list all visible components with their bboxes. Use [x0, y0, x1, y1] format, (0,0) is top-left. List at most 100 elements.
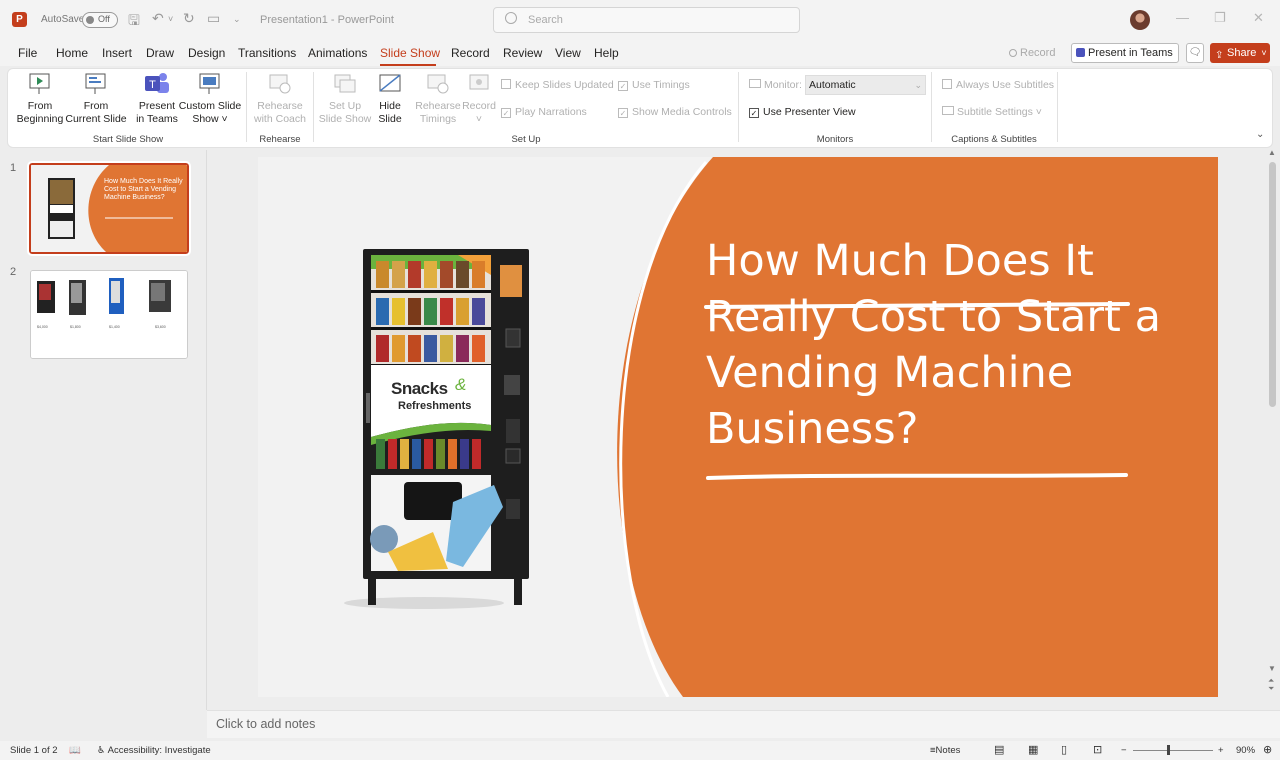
slide-2-thumbnail[interactable]: $4,000 $1,800 $1,400 $3,600 — [30, 270, 188, 359]
share-icon: ⇪ — [1215, 50, 1224, 61]
slide-counter[interactable]: Slide 1 of 2 — [10, 745, 58, 756]
tab-review[interactable]: Review — [503, 46, 542, 60]
set-up-slide-show-icon — [334, 74, 356, 93]
autosave-label: AutoSave — [41, 14, 85, 25]
zoom-slider-thumb[interactable] — [1167, 745, 1170, 755]
tab-draw[interactable]: Draw — [146, 46, 174, 60]
avatar[interactable] — [1130, 10, 1150, 30]
slide-canvas[interactable]: Snacks & Refreshments How Much Does It R… — [258, 157, 1218, 697]
show-media-controls-checkbox[interactable]: ✓ Show Media Controls — [618, 106, 732, 118]
scroll-up-icon[interactable]: ▲ — [1268, 148, 1276, 157]
notes-pane[interactable]: Click to add notes — [207, 710, 1280, 738]
record-button[interactable]: Record — [1009, 43, 1065, 63]
spelling-icon[interactable]: 📖 — [69, 745, 81, 756]
rehearse-with-coach-button[interactable]: Rehearse with Coach — [252, 100, 308, 126]
slide-2-price-1: $4,000 — [37, 325, 48, 329]
tab-transitions[interactable]: Transitions — [238, 46, 296, 60]
slide-sorter-icon[interactable]: ▦ — [1028, 743, 1038, 756]
slide-2-price-2: $1,800 — [70, 325, 81, 329]
tab-record[interactable]: Record — [451, 46, 490, 60]
monitor-label: Monitor: — [749, 79, 802, 91]
from-beginning-button[interactable]: From Beginning — [14, 100, 66, 126]
monitor-select[interactable]: Automatic ⌄ — [805, 75, 926, 95]
redo-icon[interactable]: ↻ — [183, 10, 195, 27]
present-from-start-icon[interactable]: ▭ — [207, 10, 220, 27]
zoom-slider[interactable] — [1133, 750, 1213, 751]
notes-button[interactable]: ≡Notes — [930, 745, 960, 756]
undo-dropdown-icon[interactable]: ˅ — [168, 14, 173, 24]
comments-button[interactable]: 🗨 — [1186, 43, 1204, 63]
custom-slide-show-button[interactable]: Custom Slide Show ˅ — [178, 100, 242, 126]
powerpoint-logo-icon: P — [12, 12, 27, 27]
rehearse-timings-button[interactable]: Rehearse Timings — [414, 100, 462, 126]
subtitle-settings-icon — [942, 106, 954, 115]
keep-slides-updated-checkbox[interactable]: Keep Slides Updated — [501, 79, 614, 91]
tab-animations[interactable]: Animations — [308, 46, 367, 60]
slide-1-thumbnail[interactable]: How Much Does It Really Cost to Start a … — [27, 161, 191, 256]
present-in-teams-ribbon-button[interactable]: Present in Teams — [136, 100, 178, 126]
tab-design[interactable]: Design — [188, 46, 225, 60]
tab-slide-show[interactable]: Slide Show — [380, 46, 440, 60]
ribbon-separator — [1057, 72, 1058, 142]
accessibility-button[interactable]: ♿ Accessibility: Investigate — [97, 745, 211, 756]
restore-icon[interactable]: ❐ — [1214, 10, 1226, 26]
use-presenter-view-checkbox[interactable]: ✓ Use Presenter View — [749, 106, 856, 118]
present-in-teams-button[interactable]: Present in Teams — [1071, 43, 1179, 63]
record-slide-button[interactable]: Record ˅ — [460, 100, 498, 126]
ribbon-separator — [931, 72, 932, 142]
always-use-subtitles-checkbox[interactable]: Always Use Subtitles — [942, 79, 1054, 91]
from-current-slide-icon — [85, 73, 106, 94]
next-slide-icon[interactable]: ⏷ — [1268, 684, 1274, 694]
set-up-slide-show-button[interactable]: Set Up Slide Show — [318, 100, 372, 126]
zoom-out-icon[interactable]: − — [1121, 745, 1127, 756]
monitor-icon — [749, 79, 761, 88]
document-title: Presentation1 - PowerPoint — [260, 14, 394, 26]
close-icon[interactable]: ✕ — [1253, 10, 1264, 26]
reading-view-icon[interactable]: ▯ — [1061, 743, 1067, 756]
hide-slide-button[interactable]: Hide Slide — [374, 100, 406, 126]
zoom-level[interactable]: 90% — [1236, 745, 1255, 756]
tab-home[interactable]: Home — [56, 46, 88, 60]
record-icon — [1009, 49, 1017, 57]
play-narrations-checkbox[interactable]: ✓ Play Narrations — [501, 106, 587, 118]
slide-title[interactable]: How Much Does It Really Cost to Start a … — [706, 233, 1176, 457]
from-current-slide-button[interactable]: From Current Slide — [64, 100, 128, 126]
vending-panel-snacks: Snacks — [391, 379, 448, 398]
customize-toolbar-icon[interactable]: ⌄ — [233, 14, 241, 25]
slide-2-price-3: $1,400 — [109, 325, 120, 329]
tab-file[interactable]: File — [18, 46, 37, 60]
share-button[interactable]: ⇪ Share ˅ — [1210, 43, 1270, 63]
fit-to-window-icon[interactable]: ⊕ — [1263, 743, 1272, 756]
slide-show-view-icon[interactable]: ⊡ — [1093, 743, 1102, 756]
subtitle-settings-button[interactable]: Subtitle Settings ˅ — [942, 106, 1042, 118]
scrollbar-thumb[interactable] — [1269, 162, 1276, 407]
use-timings-checkbox[interactable]: ✓ Use Timings — [618, 79, 690, 91]
tab-view[interactable]: View — [555, 46, 581, 60]
scroll-down-icon[interactable]: ▼ — [1268, 664, 1276, 673]
autosave-toggle[interactable]: Off — [82, 12, 118, 28]
rehearse-group-label: Rehearse — [259, 134, 301, 145]
normal-view-icon[interactable]: ▤ — [994, 743, 1004, 756]
undo-icon[interactable]: ↶ — [152, 10, 164, 27]
slide-2-machines — [31, 271, 187, 358]
save-icon[interactable]: 🖫 — [128, 10, 140, 34]
chevron-down-icon: ⌄ — [914, 80, 922, 90]
tab-help[interactable]: Help — [594, 46, 619, 60]
ribbon-separator — [313, 72, 314, 142]
collapse-ribbon-icon[interactable]: ⌄ — [1256, 129, 1264, 140]
pane-divider[interactable] — [206, 150, 207, 710]
rehearse-timings-icon — [427, 74, 449, 94]
tab-insert[interactable]: Insert — [102, 46, 132, 60]
comment-icon: 🗨 — [1188, 47, 1202, 58]
active-tab-indicator — [380, 64, 436, 66]
search-icon — [505, 12, 517, 24]
notes-placeholder[interactable]: Click to add notes — [216, 717, 315, 731]
teams-icon — [1076, 48, 1085, 57]
slide-2-price-4: $3,600 — [155, 325, 166, 329]
minimize-icon[interactable]: — — [1176, 10, 1189, 25]
search-box[interactable]: Search — [493, 7, 800, 33]
from-beginning-icon — [29, 73, 50, 94]
set-up-group-label: Set Up — [511, 134, 541, 145]
ribbon-separator — [246, 72, 247, 142]
zoom-in-icon[interactable]: + — [1218, 745, 1224, 756]
